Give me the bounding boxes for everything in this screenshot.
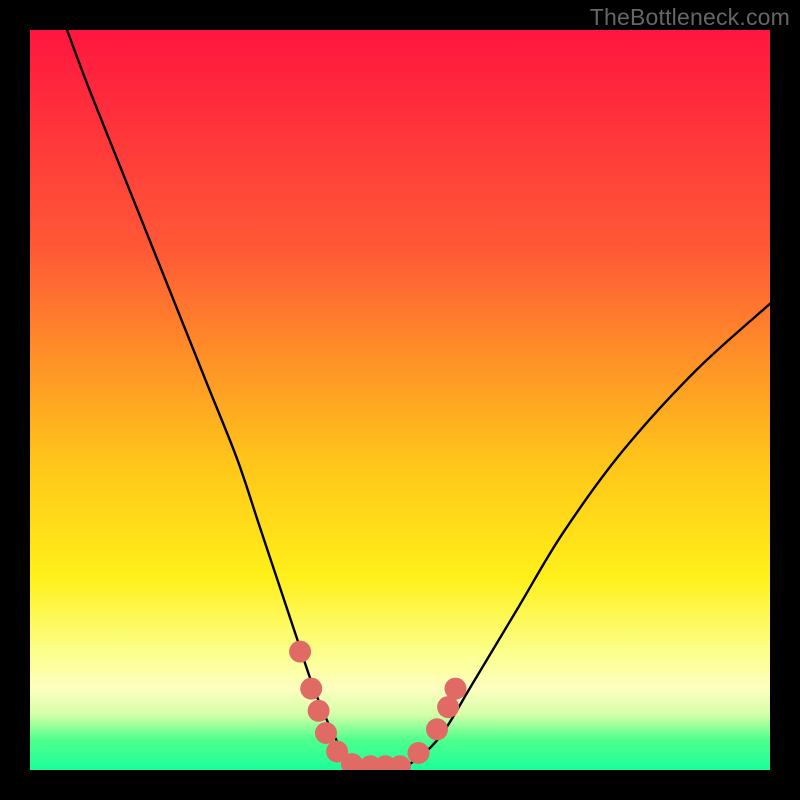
highlight-dot xyxy=(289,641,311,663)
highlight-dot xyxy=(308,700,330,722)
highlight-dot xyxy=(389,755,411,770)
highlight-dot xyxy=(300,678,322,700)
bottleneck-curve xyxy=(30,30,770,770)
highlight-dot xyxy=(315,722,337,744)
plot-area xyxy=(30,30,770,770)
highlight-dot xyxy=(445,678,467,700)
chart-frame: TheBottleneck.com xyxy=(0,0,800,800)
highlight-dot xyxy=(426,718,448,740)
highlight-dot xyxy=(408,742,430,764)
watermark-text: TheBottleneck.com xyxy=(590,4,790,31)
